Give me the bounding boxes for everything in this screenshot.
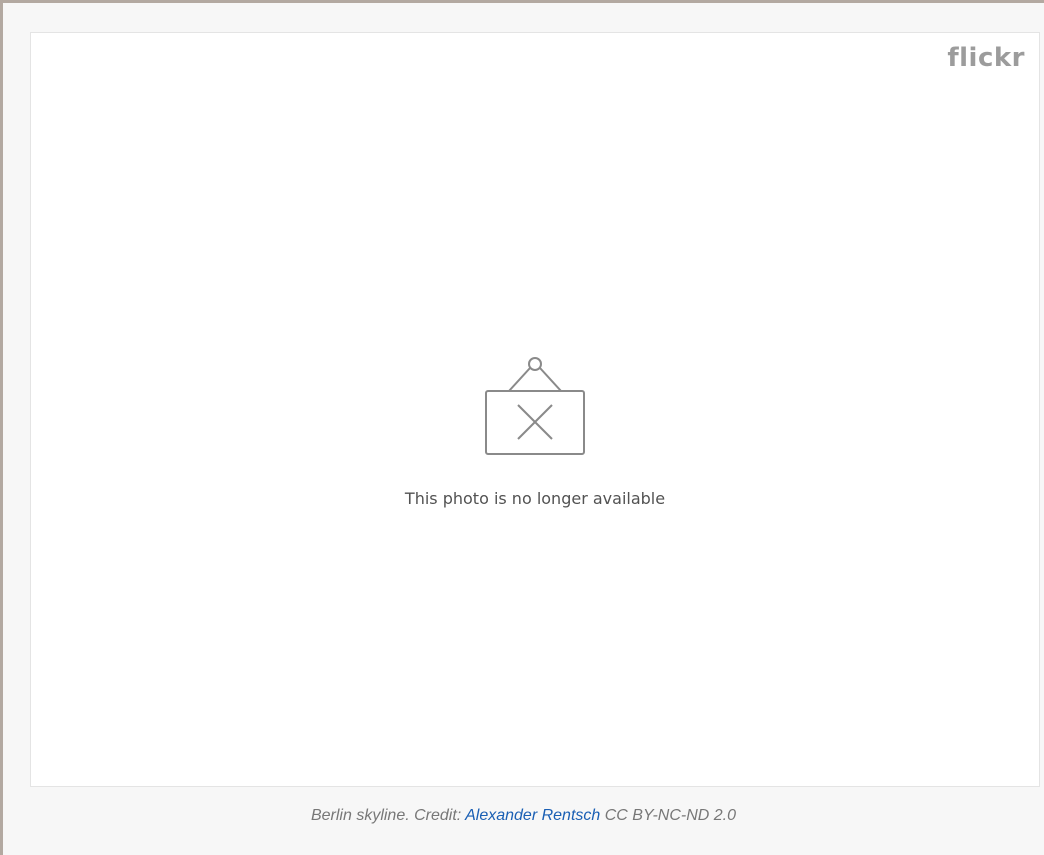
author-link[interactable]: Alexander Rentsch (465, 807, 600, 824)
flickr-photo-embed[interactable]: flickr This photo is no longer available (30, 32, 1040, 787)
broken-picture-frame-icon (485, 357, 585, 455)
image-caption: Berlin skyline. Credit: Alexander Rentsc… (3, 807, 1044, 825)
caption-license: CC BY-NC-ND 2.0 (604, 807, 737, 824)
flickr-logo[interactable]: flickr (947, 43, 1025, 73)
figure-container: flickr This photo is no longer available… (0, 0, 1044, 855)
unavailable-message: This photo is no longer available (404, 489, 666, 508)
caption-prefix: Berlin skyline. Credit: (310, 807, 466, 824)
